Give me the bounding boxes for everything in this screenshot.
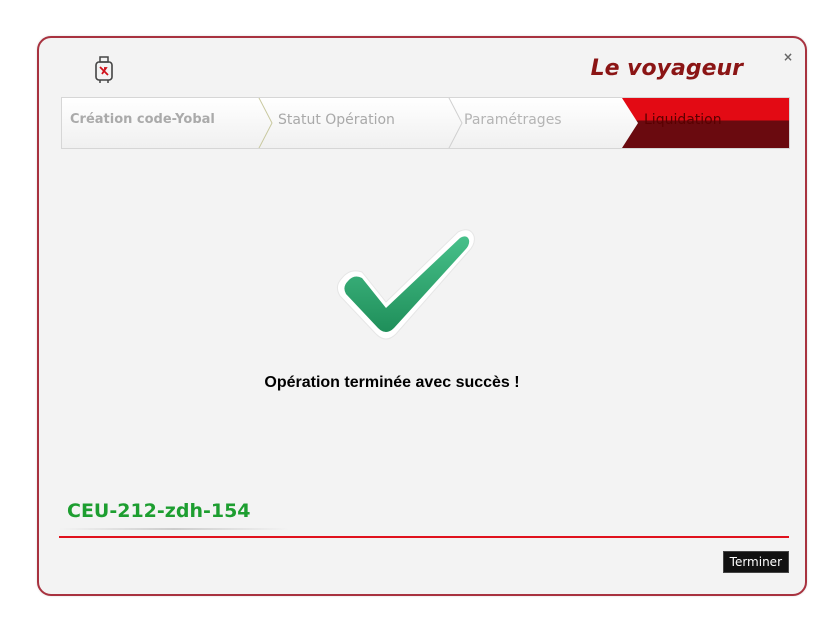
code-underline bbox=[59, 528, 289, 530]
generated-code: CEU-212-zdh-154 bbox=[67, 500, 251, 522]
dialog-window: × Le voyageur Création code-Yobal Statut… bbox=[37, 36, 807, 596]
result-panel: Opération terminée avec succès ! bbox=[39, 148, 805, 528]
footer-divider bbox=[59, 536, 789, 538]
close-button[interactable]: × bbox=[783, 50, 793, 64]
app-title: Le voyageur bbox=[590, 56, 743, 81]
finish-button[interactable]: Terminer bbox=[722, 551, 789, 573]
step-label: Paramétrages bbox=[464, 112, 562, 128]
suitcase-icon bbox=[95, 56, 113, 83]
step-label: Statut Opération bbox=[278, 112, 395, 128]
step-statut-operation[interactable]: Statut Opération bbox=[262, 98, 452, 148]
step-label: Création code-Yobal bbox=[70, 112, 215, 127]
wizard-stepper: Création code-Yobal Statut Opération Par… bbox=[61, 97, 790, 149]
step-label: Liquidation bbox=[644, 112, 722, 128]
step-creation-code[interactable]: Création code-Yobal bbox=[62, 98, 262, 148]
checkmark-icon bbox=[336, 229, 475, 340]
step-liquidation[interactable]: Liquidation bbox=[622, 98, 789, 148]
success-message: Opération terminée avec succès ! bbox=[264, 374, 520, 391]
step-parametrages[interactable]: Paramétrages bbox=[452, 98, 632, 148]
